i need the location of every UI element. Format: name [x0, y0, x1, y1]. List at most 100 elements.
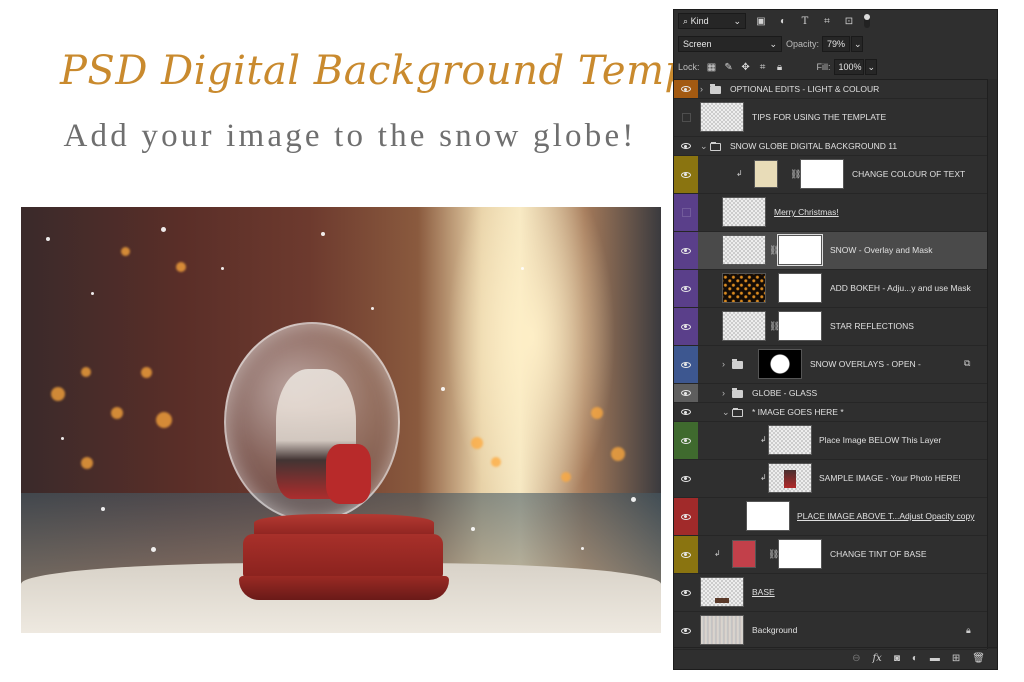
visibility-toggle[interactable]	[674, 498, 698, 535]
new-group-icon[interactable]: ▬	[930, 653, 940, 664]
visibility-toggle[interactable]	[674, 346, 698, 383]
snowflake	[471, 527, 475, 531]
eye-icon	[681, 285, 691, 292]
red-knit-blanket	[326, 444, 371, 504]
blend-mode-value: Screen	[683, 39, 712, 49]
lock-paint-icon[interactable]: ✎	[722, 60, 736, 74]
filter-kind-select[interactable]: ⌕ Kind ⌄	[678, 13, 746, 29]
delete-icon[interactable]: 🗑︎	[972, 653, 985, 664]
smart-object-filter-icon[interactable]: ⊡	[842, 14, 856, 28]
adjustment-layer-icon[interactable]: ◐	[912, 653, 918, 664]
snowflake	[321, 232, 325, 236]
globe-base-middle	[243, 534, 443, 578]
layer-name: ADD BOKEH - Adju...y and use Mask	[830, 283, 971, 293]
eye-icon	[681, 437, 691, 444]
layer-row[interactable]: ⛓ SNOW - Overlay and Mask	[674, 232, 987, 270]
visibility-toggle[interactable]	[674, 536, 698, 573]
chevron-right-icon[interactable]: ›	[700, 84, 703, 94]
layer-row[interactable]: TIPS FOR USING THE TEMPLATE	[674, 99, 987, 137]
layer-row[interactable]: ↲ SAMPLE IMAGE - Your Photo HERE!	[674, 460, 987, 498]
layer-name: CHANGE TINT OF BASE	[830, 549, 927, 559]
layer-mask-thumbnail	[800, 159, 844, 189]
layer-row[interactable]: › GLOBE - GLASS	[674, 384, 987, 403]
layer-name: GLOBE - GLASS	[752, 387, 818, 398]
layer-row[interactable]: ⛓ STAR REFLECTIONS	[674, 308, 987, 346]
eye-icon	[681, 143, 691, 149]
layer-thumbnail	[722, 311, 766, 341]
layer-row[interactable]: ADD BOKEH - Adju...y and use Mask	[674, 270, 987, 308]
lock-artboard-icon[interactable]: ⌗	[756, 60, 770, 74]
visibility-toggle[interactable]	[674, 422, 698, 459]
layer-row[interactable]: PLACE IMAGE ABOVE T...Adjust Opacity cop…	[674, 498, 987, 536]
opacity-input[interactable]: 79%	[822, 36, 851, 52]
eye-icon	[681, 86, 691, 92]
layer-row[interactable]: 🔒︎ Background	[674, 612, 987, 650]
fill-dropdown[interactable]: ⌄	[864, 59, 877, 75]
shape-filter-icon[interactable]: ⌗	[820, 14, 834, 28]
snowflake	[631, 497, 636, 502]
visibility-toggle[interactable]	[674, 612, 698, 649]
filter-toggle[interactable]	[864, 14, 870, 28]
visibility-toggle[interactable]	[674, 403, 698, 421]
eye-icon	[681, 361, 691, 368]
visibility-toggle[interactable]	[674, 232, 698, 269]
snow-globe-preview-image	[21, 207, 661, 633]
layer-row[interactable]: ⌄ * IMAGE GOES HERE *	[674, 403, 987, 422]
layer-name: SNOW OVERLAYS - OPEN -	[810, 359, 921, 369]
chevron-right-icon[interactable]: ›	[722, 388, 725, 398]
adjustment-thumbnail	[732, 540, 756, 568]
chevron-down-icon[interactable]: ⌄	[700, 141, 708, 152]
layer-row[interactable]: ⌄ SNOW GLOBE DIGITAL BACKGROUND 11	[674, 137, 987, 156]
visibility-toggle[interactable]	[674, 384, 698, 402]
layer-mask-thumbnail	[758, 349, 802, 379]
fill-label: Fill:	[816, 62, 831, 72]
eye-icon	[681, 247, 691, 254]
opacity-dropdown[interactable]: ⌄	[851, 36, 864, 52]
add-mask-icon[interactable]: ◙	[894, 653, 900, 664]
visibility-toggle[interactable]	[674, 80, 698, 98]
visibility-toggle[interactable]	[674, 308, 698, 345]
link-layers-icon[interactable]: ⊖	[852, 653, 860, 664]
layer-name: SNOW GLOBE DIGITAL BACKGROUND 11	[730, 140, 898, 151]
layer-row[interactable]: ↲ Place Image BELOW This Layer	[674, 422, 987, 460]
lock-position-icon[interactable]: ✥	[739, 60, 753, 74]
lock-transparent-icon[interactable]: ▦	[705, 60, 719, 74]
promo-title: PSD Digital Background Template	[60, 48, 769, 94]
visibility-toggle[interactable]	[674, 137, 698, 155]
fill-input[interactable]: 100%	[833, 59, 864, 75]
visibility-toggle[interactable]	[674, 156, 698, 193]
layer-name: BASE	[752, 587, 775, 597]
layer-thumbnail	[722, 273, 766, 303]
layer-name: CHANGE COLOUR OF TEXT	[852, 169, 966, 179]
layer-row[interactable]: Merry Christmas!	[674, 194, 987, 232]
fx-icon[interactable]: fx	[872, 653, 881, 664]
visibility-toggle[interactable]	[674, 194, 698, 231]
snowflake	[521, 267, 524, 270]
layer-row[interactable]: › OPTIONAL EDITS - LIGHT & COLOUR	[674, 80, 987, 99]
visibility-toggle[interactable]	[674, 460, 698, 497]
blend-row: Screen ⌄ Opacity: 79% ⌄	[674, 33, 997, 55]
visibility-toggle[interactable]	[674, 270, 698, 307]
layer-name: Place Image BELOW This Layer	[819, 435, 942, 445]
adjustment-filter-icon[interactable]: ◐	[776, 14, 790, 28]
new-layer-icon[interactable]: ⊞	[952, 653, 960, 664]
visibility-toggle[interactable]	[674, 99, 698, 136]
chevron-right-icon[interactable]: ›	[722, 359, 725, 369]
type-filter-icon[interactable]: T	[798, 14, 812, 28]
layer-row[interactable]: ↲ ⛓ CHANGE COLOUR OF TEXT	[674, 156, 987, 194]
lock-all-icon[interactable]: 🔒︎	[773, 60, 787, 74]
bokeh-light	[121, 247, 130, 256]
visibility-toggle[interactable]	[674, 574, 698, 611]
image-filter-icon[interactable]: ▣	[754, 14, 768, 28]
blend-mode-select[interactable]: Screen ⌄	[678, 36, 782, 52]
hidden-visibility-icon	[681, 208, 691, 217]
folder-icon	[710, 142, 721, 151]
layer-row[interactable]: › ⧉ SNOW OVERLAYS - OPEN -	[674, 346, 987, 384]
layer-name: SAMPLE IMAGE - Your Photo HERE!	[819, 473, 961, 483]
layer-row[interactable]: ↲ ⛓ CHANGE TINT OF BASE	[674, 536, 987, 574]
chevron-down-icon[interactable]: ⌄	[722, 407, 730, 418]
layer-row[interactable]: BASE	[674, 574, 987, 612]
eye-icon	[681, 390, 691, 396]
layers-scrollbar[interactable]	[987, 79, 997, 649]
base-thumbnail-shape	[715, 598, 729, 603]
